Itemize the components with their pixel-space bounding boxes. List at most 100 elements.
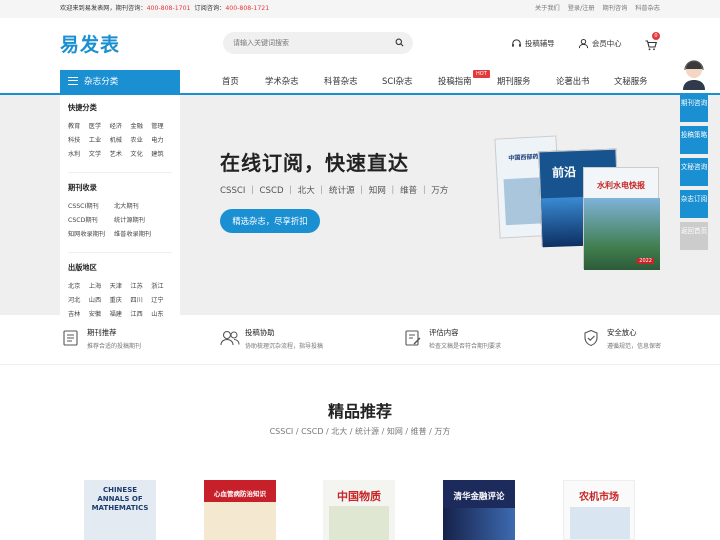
float-submit-strategy[interactable]: 投稿策略 — [680, 126, 708, 154]
index-link[interactable]: 知网收录期刊 — [68, 229, 114, 238]
divider — [68, 172, 172, 173]
recommend-title: 精品推荐 — [327, 402, 392, 421]
link-popsci[interactable]: 科普杂志 — [635, 5, 660, 12]
journal-cover[interactable]: CHINESE ANNALS OF MATHEMATICS — [84, 480, 156, 540]
float-subscribe[interactable]: 杂志订阅 — [680, 190, 708, 218]
feature-title: 安全放心 — [607, 328, 637, 337]
user-icon — [578, 38, 589, 49]
feature-title: 投稿协助 — [245, 328, 275, 337]
nav-secretarial[interactable]: 文秘服务 — [614, 70, 648, 93]
link-login[interactable]: 登录/注册 — [568, 5, 595, 12]
index-link[interactable]: 统计源期刊 — [114, 215, 160, 224]
journal-cover[interactable]: 农机市场 — [563, 480, 635, 540]
region-link[interactable]: 山西 — [89, 295, 110, 304]
hero-cta-button[interactable]: 精选杂志，尽享折扣 — [220, 209, 320, 233]
category-link[interactable]: 文化 — [130, 149, 151, 158]
index-link[interactable]: CSCD期刊 — [68, 215, 114, 224]
nav-sci[interactable]: SCI杂志 — [382, 70, 412, 93]
category-label: 杂志分类 — [84, 77, 119, 87]
features-bar: 期刊推荐 推荐合适的投稿期刊 投稿协助 协助梳理沉杂流程，指导投稿 评估内容 检… — [0, 315, 720, 365]
region-link[interactable]: 浙江 — [151, 281, 172, 290]
menu-icon — [68, 77, 78, 85]
index-link[interactable]: 北大期刊 — [114, 201, 160, 210]
nav-journal-service[interactable]: 期刊服务 — [497, 70, 531, 93]
region-link[interactable]: 上海 — [89, 281, 110, 290]
main-nav: 杂志分类 首页 学术杂志 科普杂志 SCI杂志 投稿指南 HOT 期刊服务 论著… — [0, 70, 720, 95]
region-link[interactable]: 江苏 — [130, 281, 151, 290]
feature-desc: 遵循规范，信息保密 — [607, 343, 662, 350]
magazine-title: 水利水电快报 — [597, 181, 645, 190]
journal-cover-title: CHINESE ANNALS OF MATHEMATICS — [91, 486, 149, 512]
section-title: 快捷分类 — [68, 103, 97, 112]
search-box[interactable]: 请输入关键词搜索 — [223, 32, 413, 54]
region-link[interactable]: 安徽 — [89, 309, 110, 318]
category-link[interactable]: 电力 — [151, 135, 172, 144]
category-link[interactable]: 水利 — [68, 149, 89, 158]
feature-title: 期刊推荐 — [87, 328, 117, 337]
region-link[interactable]: 北京 — [68, 281, 89, 290]
consult-phone: 400-808-1701 — [146, 5, 191, 12]
document-list-icon — [63, 330, 78, 346]
category-link[interactable]: 教育 — [68, 121, 89, 130]
index-link[interactable]: CSSCI期刊 — [68, 201, 114, 210]
region-link[interactable]: 重庆 — [110, 295, 131, 304]
cart-count-badge: 0 — [652, 32, 660, 40]
region-link[interactable]: 江西 — [130, 309, 151, 318]
index-section: 期刊收录 CSSCI期刊 北大期刊 CSCD期刊 统计源期刊 知网收录期刊 维普收录期… — [68, 183, 172, 238]
feature-desc: 推荐合适的投稿期刊 — [87, 343, 142, 350]
topbar-contact: 欢迎来到易发表网，期刊咨询：400-808-1701 订阅咨询：400-808-… — [60, 0, 269, 18]
order-label: 订阅咨询： — [194, 5, 226, 12]
customer-service-avatar-icon[interactable] — [680, 58, 708, 90]
category-link[interactable]: 金融 — [130, 121, 151, 130]
nav-home[interactable]: 首页 — [222, 70, 239, 93]
nav-academic[interactable]: 学术杂志 — [265, 70, 299, 93]
region-link[interactable]: 天津 — [110, 281, 131, 290]
section-title: 出版地区 — [68, 263, 97, 272]
category-menu-button[interactable]: 杂志分类 — [60, 70, 180, 95]
region-link[interactable]: 山东 — [151, 309, 172, 318]
users-icon — [220, 330, 240, 346]
hero-tags: CSSCI ｜ CSCD ｜ 北大 ｜ 统计源 ｜ 知网 ｜ 维普 ｜ 万方 — [220, 186, 449, 196]
float-journal-consult[interactable]: 期刊咨询 — [680, 94, 708, 122]
category-link[interactable]: 文学 — [89, 149, 110, 158]
region-link[interactable]: 吉林 — [68, 309, 89, 318]
feature-desc: 协助梳理沉杂流程，指导投稿 — [245, 343, 324, 350]
float-back-home[interactable]: 返回首页 — [680, 222, 708, 250]
magazine-year: 2022 — [637, 258, 654, 264]
category-link[interactable]: 艺术 — [110, 149, 131, 158]
category-link[interactable]: 管理 — [151, 121, 172, 130]
search-input[interactable]: 请输入关键词搜索 — [233, 32, 289, 54]
journal-cover[interactable]: 清华金融评论 — [443, 480, 515, 540]
float-secretarial-consult[interactable]: 文秘咨询 — [680, 158, 708, 186]
nav-popsci[interactable]: 科普杂志 — [324, 70, 358, 93]
nav-guide[interactable]: 投稿指南 — [438, 70, 472, 93]
member-center-label: 会员中心 — [592, 39, 622, 48]
cart-button[interactable]: 0 — [645, 32, 660, 55]
feature-desc: 检查文稿是否符合期刊要求 — [429, 343, 502, 350]
link-journal-consult[interactable]: 期刊咨询 — [603, 5, 628, 12]
shield-check-icon — [584, 329, 598, 347]
category-link[interactable]: 农业 — [130, 135, 151, 144]
nav-publishing[interactable]: 论著出书 — [556, 70, 590, 93]
region-link[interactable]: 福建 — [110, 309, 131, 318]
member-center-link[interactable]: 会员中心 — [578, 38, 622, 49]
category-link[interactable]: 建筑 — [151, 149, 172, 158]
index-link[interactable]: 维普收录期刊 — [114, 229, 160, 238]
search-icon[interactable] — [395, 38, 404, 47]
journal-cover-title: 中国物质 — [337, 490, 381, 503]
category-link[interactable]: 科技 — [68, 135, 89, 144]
submit-help-link[interactable]: 投稿辅导 — [511, 38, 555, 49]
region-link[interactable]: 河北 — [68, 295, 89, 304]
region-link[interactable]: 四川 — [130, 295, 151, 304]
headset-icon — [512, 39, 521, 47]
category-link[interactable]: 工业 — [89, 135, 110, 144]
category-link[interactable]: 机械 — [110, 135, 131, 144]
welcome-text: 欢迎来到易发表网，期刊咨询： — [60, 5, 147, 12]
journal-cover[interactable]: 中国物质 — [323, 480, 395, 540]
category-link[interactable]: 经济 — [110, 121, 131, 130]
category-link[interactable]: 医学 — [89, 121, 110, 130]
site-logo[interactable]: 易发表 — [60, 30, 120, 57]
region-link[interactable]: 辽宁 — [151, 295, 172, 304]
journal-cover[interactable]: 心血管病防治知识 — [204, 480, 276, 540]
link-about[interactable]: 关于我们 — [535, 5, 560, 12]
